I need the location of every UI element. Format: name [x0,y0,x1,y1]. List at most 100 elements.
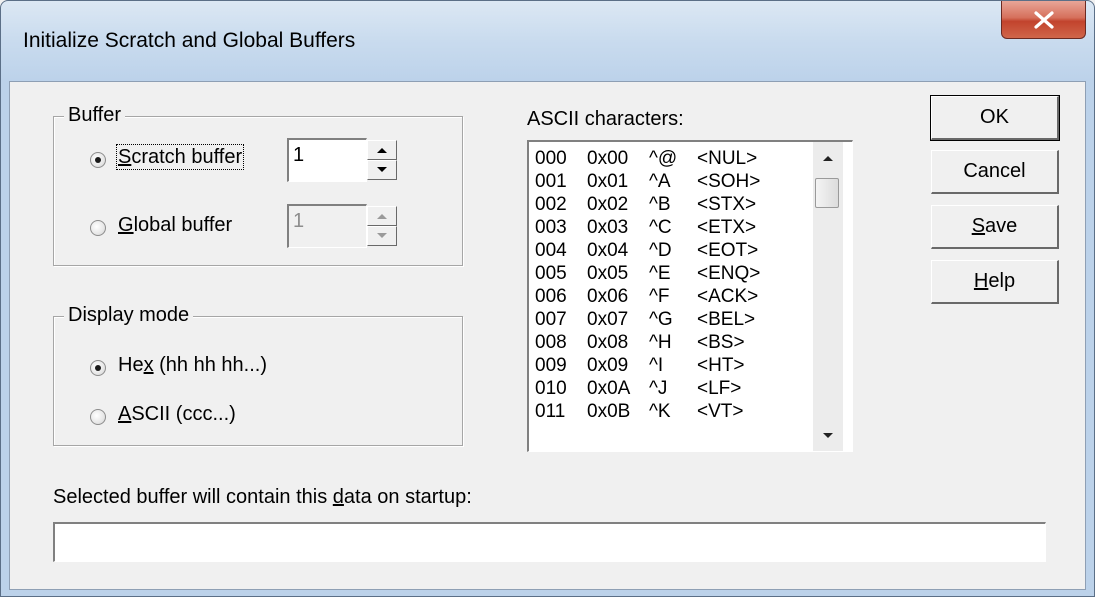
radio-selected-dot [95,365,101,371]
ascii-cell-hex: 0x02 [587,194,629,215]
scratch-label-accesskey: S [118,146,132,168]
ascii-characters-list[interactable]: 000 0x00 ^@ <NUL> 001 0x01 ^A <SOH> 002 0x02 ^B <ST… [527,140,853,452]
close-button[interactable] [1001,1,1086,39]
ascii-cell-dec: 001 [535,171,567,192]
ascii-cell-ctrl: ^A [649,171,671,192]
ascii-cell-name: <ETX> [697,217,757,238]
help-label: Help [974,270,1015,293]
ascii-cell-hex: 0x0B [587,401,631,422]
ascii-cell-hex: 0x0A [587,378,631,399]
startup-label-pre: Selected buffer will contain this [53,486,333,508]
hex-mode-label[interactable]: Hex (hh hh hh...) [118,354,267,377]
ascii-cell-dec: 006 [535,286,567,307]
hex-label-pre: He [118,354,144,376]
ascii-cell-ctrl: ^E [649,263,671,284]
ascii-cell-name: <EOT> [697,240,759,261]
global-spin-up-button[interactable] [367,206,397,226]
scroll-down-button[interactable] [813,422,843,450]
ascii-cell-name: <BEL> [697,309,756,330]
ascii-cell-dec: 003 [535,217,567,238]
ascii-cell-ctrl: ^F [649,286,670,307]
scratch-buffer-label-text: Scratch buffer [115,144,245,170]
global-label-accesskey: G [118,214,134,236]
scratch-label-post: cratch buffer [131,146,243,168]
ascii-cell-ctrl: ^H [649,332,672,353]
save-button[interactable]: Save [931,205,1059,249]
save-label: Save [972,215,1018,238]
ok-button[interactable]: OK [930,95,1060,141]
scratch-buffer-spinner [367,140,397,180]
global-buffer-label[interactable]: Global buffer [118,214,232,237]
ascii-cell-hex: 0x00 [587,148,629,169]
ascii-label-post: SCII (ccc...) [131,403,236,425]
ascii-cell-name: <STX> [697,194,757,215]
ascii-cell-dec: 009 [535,355,567,376]
scroll-up-arrow-icon [823,156,833,161]
dialog-client-area: Buffer Scratch buffer 1 Global buffer 1 [9,81,1086,590]
ascii-cell-ctrl: ^K [649,401,671,422]
startup-data-input[interactable] [53,522,1046,562]
cancel-button[interactable]: Cancel [931,150,1059,194]
ascii-cell-name: <ENQ> [697,263,761,284]
ascii-cell-hex: 0x07 [587,309,629,330]
global-spin-down-button[interactable] [367,226,397,246]
hex-label-post: (hh hh hh...) [153,354,267,376]
help-label-accesskey: H [973,270,989,292]
startup-label-post: ata on startup: [343,486,472,508]
ascii-label-accesskey: A [118,403,132,425]
ascii-cell-dec: 010 [535,378,567,399]
ascii-cell-name: <SOH> [697,171,761,192]
ascii-cell-hex: 0x04 [587,240,629,261]
cancel-label-pre: Cancel [963,160,1026,182]
scroll-thumb[interactable] [815,178,839,208]
scroll-down-arrow-icon [823,433,833,438]
title-bar[interactable]: Initialize Scratch and Global Buffers [1,1,1095,81]
ok-label: OK [980,106,1009,129]
ascii-characters-label: ASCII characters: [527,108,684,130]
startup-label-accesskey: d [332,486,344,508]
scroll-up-button[interactable] [813,144,843,172]
ascii-list-scrollbar[interactable] [813,142,843,451]
arrow-down-icon [377,167,387,172]
ascii-cell-hex: 0x06 [587,286,629,307]
ascii-cell-hex: 0x09 [587,355,629,376]
global-buffer-input[interactable]: 1 [287,204,367,248]
scratch-spin-up-button[interactable] [367,140,397,160]
scratch-buffer-label[interactable]: Scratch buffer [115,144,245,170]
arrow-up-icon [377,148,387,153]
ascii-cell-ctrl: ^J [649,378,668,399]
cancel-label: Cancel [963,160,1025,183]
arrow-up-icon [377,214,387,219]
global-buffer-spinner [367,206,397,246]
ascii-cell-hex: 0x03 [587,217,629,238]
ascii-cell-hex: 0x05 [587,263,629,284]
scratch-buffer-input[interactable]: 1 [287,138,367,182]
arrow-down-icon [377,233,387,238]
ascii-cell-dec: 008 [535,332,567,353]
radio-selected-dot [95,157,101,163]
window-title: Initialize Scratch and Global Buffers [23,29,356,52]
global-label-post: lobal buffer [133,214,233,236]
buffer-groupbox: Buffer [53,104,463,266]
ascii-cell-ctrl: ^@ [649,148,678,169]
ascii-cell-dec: 005 [535,263,567,284]
hex-mode-radio[interactable] [90,360,106,376]
ascii-cell-dec: 011 [535,401,566,422]
ascii-mode-label[interactable]: ASCII (ccc...) [118,403,236,426]
ascii-cell-ctrl: ^I [649,355,664,376]
ascii-cell-dec: 004 [535,240,567,261]
ascii-cell-hex: 0x01 [587,171,629,192]
scratch-buffer-radio[interactable] [90,152,106,168]
startup-data-label: Selected buffer will contain this data o… [53,486,472,509]
help-button[interactable]: Help [931,260,1059,304]
ascii-cell-name: <NUL> [697,148,758,169]
ascii-cell-ctrl: ^G [649,309,673,330]
scratch-spin-down-button[interactable] [367,160,397,180]
ascii-cell-dec: 000 [535,148,567,169]
ascii-mode-radio[interactable] [90,409,106,425]
ascii-cell-name: <ACK> [697,286,759,307]
global-buffer-radio[interactable] [90,220,106,236]
save-label-accesskey: S [971,215,986,237]
ascii-cell-name: <HT> [697,355,745,376]
display-mode-groupbox: Display mode [53,304,463,446]
